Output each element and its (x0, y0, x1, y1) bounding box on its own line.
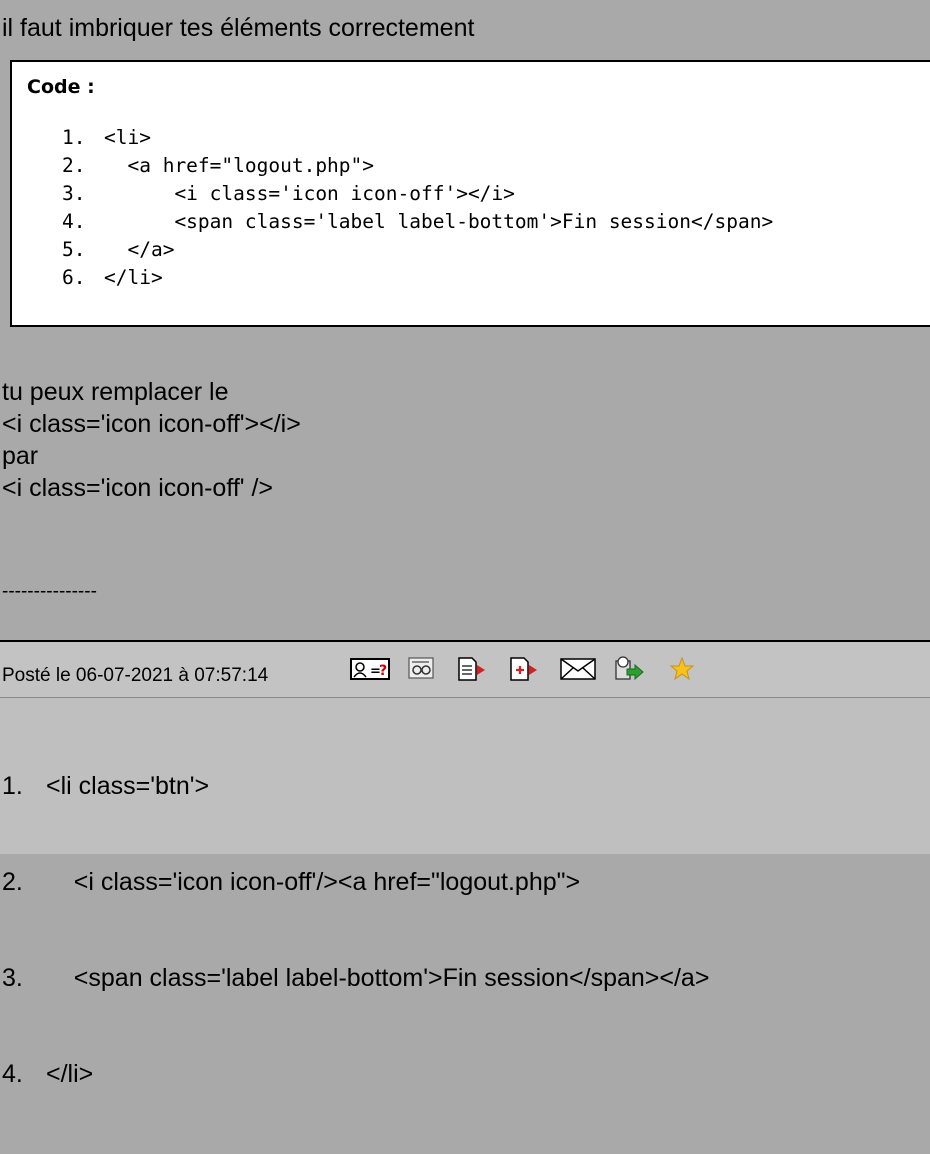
list-item: 2. <i class='icon icon-off'/><a href="lo… (2, 866, 709, 898)
post-content: il faut imbriquer tes éléments correctem… (0, 0, 930, 640)
list-number: 3. (2, 964, 23, 992)
message-icon[interactable] (558, 655, 598, 683)
code-list: 1. <li class='btn'> 2. <i class='icon ico… (2, 706, 709, 1154)
post-intro-text: il faut imbriquer tes éléments correctem… (2, 14, 475, 42)
favorite-star-icon[interactable] (662, 655, 702, 683)
body-line: <i class='icon icon-off'></i> (2, 410, 301, 438)
code-text: <span class='label label-bottom'>Fin ses… (104, 210, 774, 233)
list-number: 1. (2, 772, 23, 800)
edit-icon[interactable] (454, 655, 494, 683)
line-number: 2. (62, 154, 86, 177)
list-item: 1. <li class='btn'> (2, 770, 709, 802)
list-number: 2. (2, 868, 23, 896)
code-line: 6. </li> (62, 264, 773, 292)
code-title: Code : (27, 76, 95, 98)
code-line: 4. <span class='label label-bottom'>Fin … (62, 208, 773, 236)
list-text: <i class='icon icon-off'/><a href="logou… (46, 868, 581, 896)
alert-icon[interactable] (610, 655, 650, 683)
code-line: 5. </a> (62, 236, 773, 264)
list-number: 4. (2, 1060, 23, 1088)
post-body-text: tu peux remplacer le <i class='icon icon… (2, 376, 301, 504)
list-item: 3. <span class='label label-bottom'>Fin … (2, 962, 709, 994)
body-line: tu peux remplacer le (2, 378, 229, 406)
line-number: 4. (62, 210, 86, 233)
line-number: 1. (62, 126, 86, 149)
line-number: 3. (62, 182, 86, 205)
code-text: </a> (104, 238, 175, 261)
post-content-2: 1. <li class='btn'> 2. <i class='icon ico… (0, 698, 930, 1088)
code-lines: 1. <li> 2. <a href="logout.php"> 3. <i cl… (62, 124, 773, 292)
code-text: <li> (104, 126, 151, 149)
list-text: <span class='label label-bottom'>Fin ses… (46, 964, 710, 992)
code-line: 2. <a href="logout.php"> (62, 152, 773, 180)
svg-text:?: ? (379, 663, 387, 679)
add-quote-icon[interactable] (506, 655, 546, 683)
line-number: 5. (62, 238, 86, 261)
post-action-icons: = ? (350, 654, 702, 684)
code-block: Code : 1. <li> 2. <a href="logout.php"> 3… (10, 60, 930, 327)
code-line: 1. <li> (62, 124, 773, 152)
posted-date: Posté le 06-07-2021 à 07:57:14 (2, 665, 269, 686)
profile-icon[interactable]: = ? (350, 655, 390, 683)
list-text: </li> (46, 1060, 94, 1088)
signature-separator: --------------- (2, 581, 97, 602)
code-text: </li> (104, 266, 163, 289)
quote-icon[interactable] (402, 655, 442, 683)
body-line: <i class='icon icon-off' /> (2, 474, 274, 502)
code-text: <i class='icon icon-off'></i> (104, 182, 515, 205)
line-number: 6. (62, 266, 86, 289)
post-header-bar: Posté le 06-07-2021 à 07:57:14 = ? (0, 642, 930, 698)
code-line: 3. <i class='icon icon-off'></i> (62, 180, 773, 208)
body-line: par (2, 442, 39, 470)
list-text: <li class='btn'> (46, 772, 210, 800)
code-text: <a href="logout.php"> (104, 154, 375, 177)
list-item: 4. </li> (2, 1058, 709, 1090)
